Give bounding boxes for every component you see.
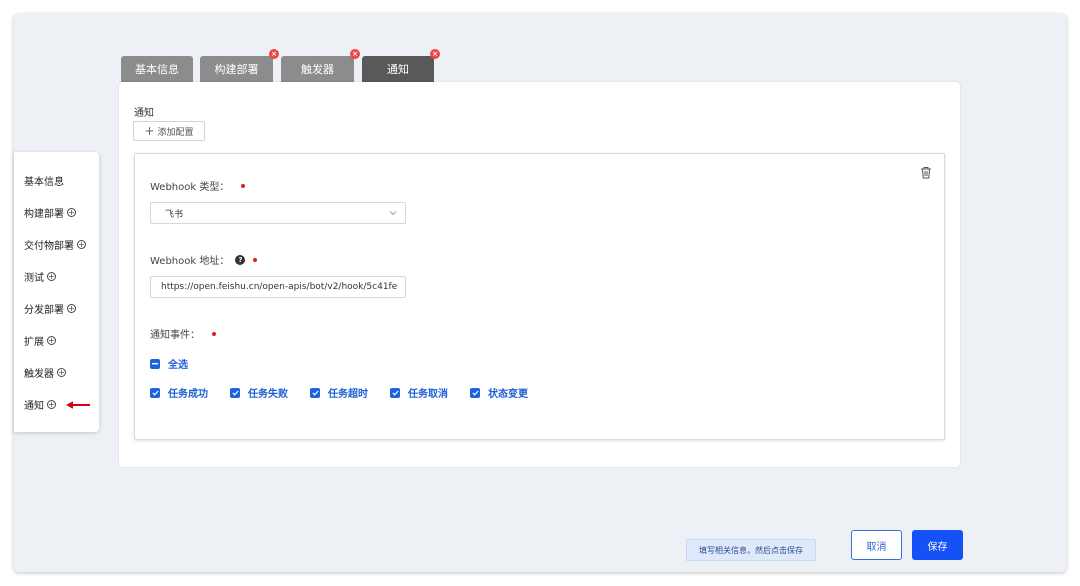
add-circle-icon[interactable]: + [47, 400, 56, 409]
nav-item-trigger[interactable]: 触发器 + [24, 365, 66, 380]
add-circle-icon[interactable]: + [77, 240, 86, 249]
event-checkbox-row: 任务成功 任务失败 任务超时 任务取消 状态变更 [150, 385, 550, 400]
webhook-type-select[interactable]: 飞书 [150, 202, 406, 224]
chevron-down-icon [389, 211, 397, 216]
add-config-button[interactable]: + 添加配置 [133, 121, 205, 141]
error-badge-icon: × [430, 49, 440, 59]
required-mark [253, 257, 258, 262]
select-all-checkbox[interactable]: 全选 [150, 356, 188, 371]
add-circle-icon[interactable]: + [47, 272, 56, 281]
nav-item-basic-info[interactable]: 基本信息 [24, 173, 64, 188]
add-circle-icon[interactable]: + [67, 304, 76, 313]
help-icon[interactable]: ? [235, 254, 246, 265]
arrow-left-icon [66, 400, 90, 409]
notify-events-label: 通知事件： [150, 326, 216, 341]
event-label: 任务取消 [408, 389, 448, 400]
add-circle-icon[interactable]: + [67, 208, 76, 217]
nav-item-label: 构建部署 [24, 209, 64, 220]
notify-config-card: Webhook 类型： 飞书 Webhook 地址： ? https://ope… [134, 153, 945, 440]
tab-notify[interactable]: 通知 × [362, 49, 440, 82]
checkbox-checked-icon [150, 387, 160, 398]
save-hint-tooltip: 填写相关信息，然后点击保存 [686, 539, 816, 561]
nav-item-notify[interactable]: 通知 + [24, 397, 91, 412]
required-mark [241, 183, 246, 188]
tab-trigger[interactable]: 触发器 × [281, 49, 360, 82]
plus-icon: + [144, 124, 155, 138]
nav-item-extension[interactable]: 扩展 + [24, 333, 56, 348]
nav-item-label: 交付物部署 [24, 241, 74, 252]
select-all-row: 全选 [150, 356, 210, 371]
nav-item-build-deploy[interactable]: 构建部署 + [24, 205, 76, 220]
tab-label: 构建部署 [214, 63, 259, 76]
webhook-url-value: https://open.feishu.cn/open-apis/bot/v2/… [161, 282, 398, 292]
webhook-type-value: 飞书 [165, 209, 184, 220]
event-checkbox-success[interactable]: 任务成功 [150, 385, 208, 400]
select-all-label: 全选 [168, 360, 188, 371]
tab-basic-info[interactable]: 基本信息 [121, 56, 193, 82]
checkbox-checked-icon [470, 387, 480, 398]
nav-item-test[interactable]: 测试 + [24, 269, 56, 284]
webhook-url-label-text: Webhook 地址： [150, 256, 230, 267]
add-config-label: 添加配置 [157, 127, 194, 138]
error-badge-icon: × [269, 49, 279, 59]
error-badge-icon: × [350, 49, 360, 59]
tab-build-deploy[interactable]: 构建部署 × [200, 49, 279, 82]
nav-item-label: 测试 [24, 273, 44, 284]
add-circle-icon[interactable]: + [57, 368, 66, 377]
notify-events-label-text: 通知事件： [150, 330, 200, 341]
nav-item-distribute-deploy[interactable]: 分发部署 + [24, 301, 76, 316]
add-circle-icon[interactable]: + [47, 336, 56, 345]
nav-item-label: 扩展 [24, 337, 44, 348]
cancel-button[interactable]: 取消 [851, 530, 902, 560]
checkbox-checked-icon [230, 387, 240, 398]
event-checkbox-cancelled[interactable]: 任务取消 [390, 385, 448, 400]
webhook-type-label: Webhook 类型： [150, 178, 246, 193]
side-nav: 基本信息 构建部署 + 交付物部署 + 测试 + 分发部署 + 扩展 + 触发器… [14, 152, 99, 432]
save-button[interactable]: 保存 [912, 530, 963, 560]
event-label: 任务成功 [168, 389, 208, 400]
checkbox-checked-icon [310, 387, 320, 398]
event-checkbox-failed[interactable]: 任务失败 [230, 385, 288, 400]
nav-item-label: 基本信息 [24, 177, 64, 188]
event-label: 任务失败 [248, 389, 288, 400]
nav-item-label: 通知 [24, 401, 44, 412]
trash-icon[interactable] [920, 166, 932, 179]
event-checkbox-status-change[interactable]: 状态变更 [470, 385, 528, 400]
tab-label: 触发器 [301, 63, 334, 76]
webhook-url-label: Webhook 地址： ? [150, 252, 258, 267]
tab-label: 通知 [387, 63, 409, 76]
section-title: 通知 [134, 108, 154, 119]
event-checkbox-timeout[interactable]: 任务超时 [310, 385, 368, 400]
event-label: 任务超时 [328, 389, 368, 400]
required-mark [212, 331, 216, 336]
nav-item-artifact-deploy[interactable]: 交付物部署 + [24, 237, 86, 252]
nav-item-label: 触发器 [24, 369, 54, 380]
checkbox-checked-icon [390, 387, 400, 398]
webhook-type-label-text: Webhook 类型： [150, 182, 230, 193]
notify-panel: 通知 + 添加配置 Webhook 类型： 飞书 Webhook 地址： ? h… [119, 82, 960, 467]
indeterminate-checkbox-icon [150, 358, 160, 369]
nav-item-label: 分发部署 [24, 305, 64, 316]
tab-label: 基本信息 [135, 63, 179, 76]
event-label: 状态变更 [488, 389, 528, 400]
webhook-url-input[interactable]: https://open.feishu.cn/open-apis/bot/v2/… [150, 276, 406, 298]
